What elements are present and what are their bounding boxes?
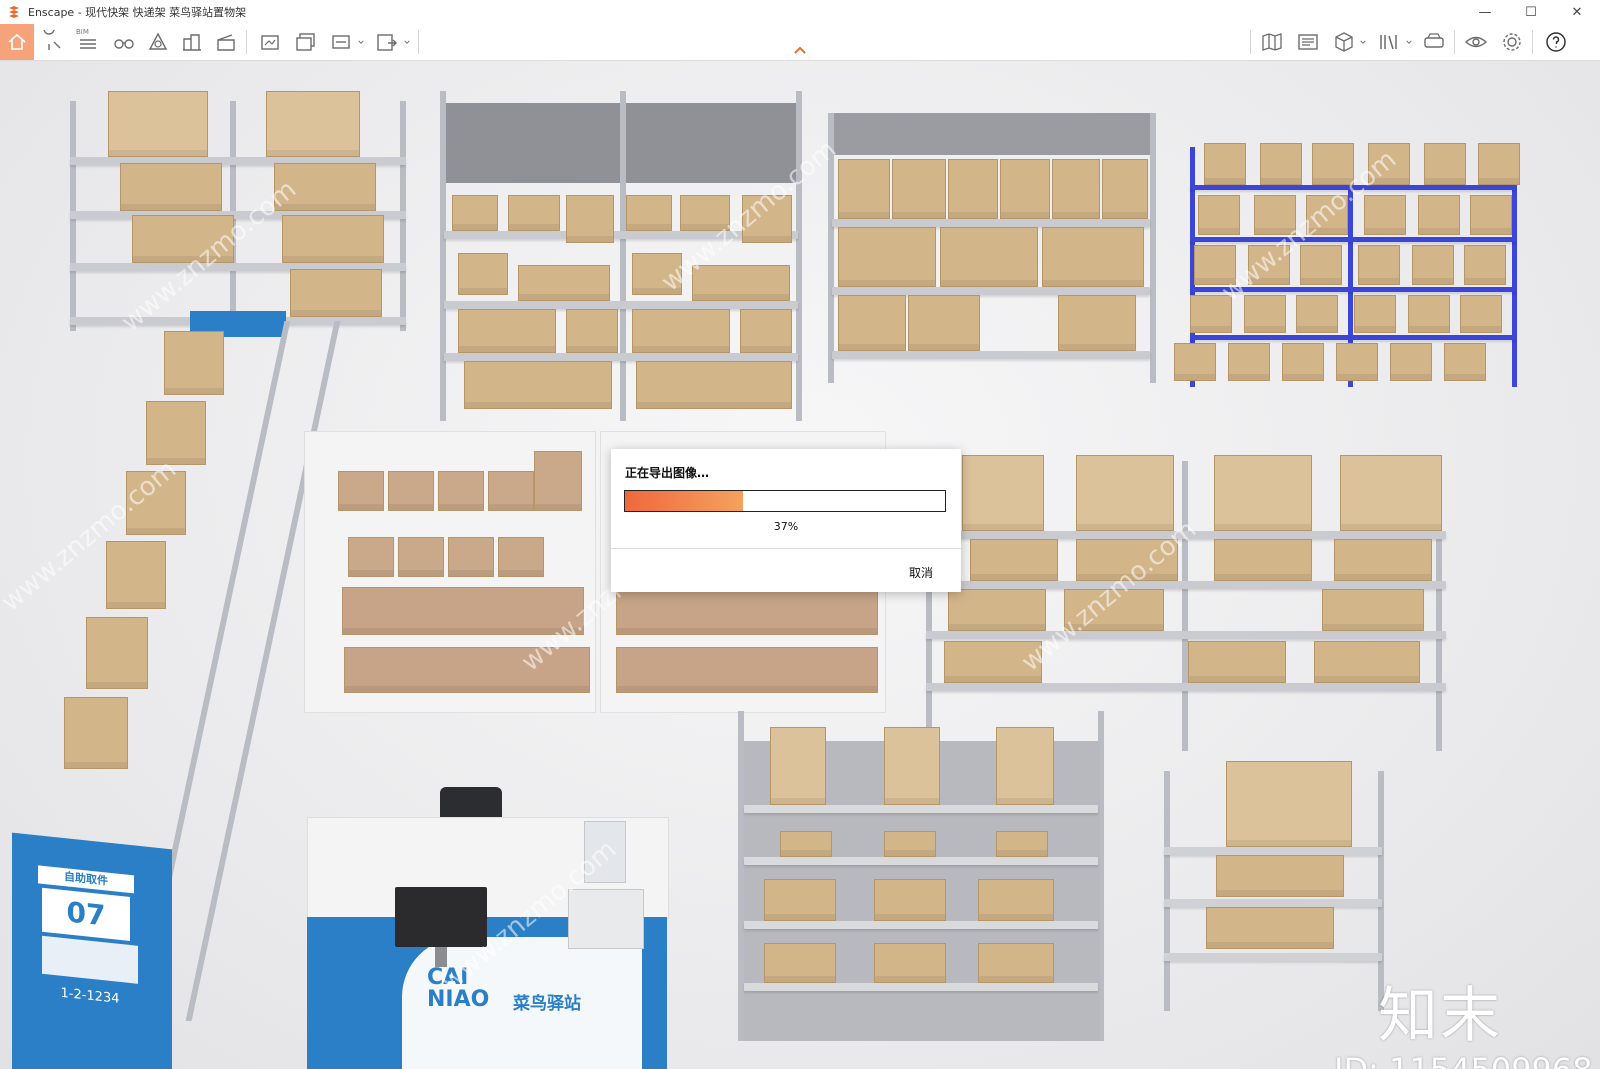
views-icon bbox=[1298, 34, 1318, 50]
monitor bbox=[395, 887, 487, 947]
export-exe-icon bbox=[377, 34, 397, 51]
binoculars-button[interactable] bbox=[108, 26, 140, 58]
chevron-down-icon bbox=[1360, 40, 1366, 44]
window-title: Enscape - 现代快架 快递架 菜鸟驿站置物架 bbox=[28, 6, 247, 19]
help-icon bbox=[1546, 32, 1566, 52]
cube-icon bbox=[1335, 32, 1353, 52]
batch-render-icon bbox=[296, 33, 315, 51]
title-bar: Enscape - 现代快架 快递架 菜鸟驿站置物架 — ☐ ✕ bbox=[0, 0, 1600, 25]
bim-label: BIM bbox=[76, 28, 89, 36]
map-icon bbox=[1262, 33, 1282, 51]
vr-headset-icon bbox=[1424, 33, 1444, 48]
bim-button[interactable]: BIM bbox=[72, 26, 104, 58]
library-icon bbox=[1380, 35, 1397, 50]
export-exe-button[interactable] bbox=[370, 26, 402, 58]
location-pin-icon bbox=[43, 30, 61, 50]
progress-fill bbox=[625, 491, 744, 511]
gear-icon bbox=[1503, 33, 1521, 51]
dialog-title: 正在导出图像… bbox=[625, 466, 710, 480]
panorama-dropdown[interactable] bbox=[354, 26, 368, 58]
map-button[interactable] bbox=[1256, 26, 1288, 58]
screenshot-button[interactable] bbox=[254, 26, 286, 58]
progress-percent: 37% bbox=[773, 520, 799, 533]
asset-library-icon bbox=[148, 32, 168, 50]
shelf-rack bbox=[436, 91, 806, 421]
chevron-down-icon bbox=[358, 40, 364, 44]
chevron-down-icon bbox=[1406, 40, 1412, 44]
cube-dropdown[interactable] bbox=[1356, 26, 1370, 58]
dialog-divider bbox=[611, 548, 961, 549]
views-button[interactable] bbox=[1292, 26, 1324, 58]
zhimo-logo: 知末 bbox=[1378, 981, 1502, 1051]
shelf-rack bbox=[738, 711, 1118, 1041]
home-icon bbox=[8, 33, 26, 50]
library-button[interactable] bbox=[1372, 26, 1404, 58]
toolbar-separator bbox=[1532, 30, 1533, 54]
export-dropdown[interactable] bbox=[400, 26, 414, 58]
close-button[interactable]: ✕ bbox=[1554, 0, 1600, 24]
clapper-button[interactable] bbox=[210, 26, 242, 58]
help-button[interactable] bbox=[1540, 26, 1572, 58]
cainiao-brand-cn: 菜鸟驿站 bbox=[513, 994, 581, 1014]
library-dropdown[interactable] bbox=[1402, 26, 1416, 58]
toolbar-separator bbox=[246, 30, 247, 54]
shelf-rack bbox=[828, 113, 1158, 383]
visual-settings-button[interactable] bbox=[1460, 26, 1492, 58]
toolbar-separator bbox=[418, 30, 419, 54]
maximize-button[interactable]: ☐ bbox=[1508, 0, 1554, 24]
zhimo-id: ID: 1154509968 bbox=[1334, 1051, 1593, 1069]
eye-icon bbox=[1464, 36, 1488, 48]
clapperboard-icon bbox=[217, 34, 235, 51]
cancel-button[interactable]: 取消 bbox=[909, 564, 933, 581]
pickup-sign: 自助取件 07 1-2-1234 bbox=[12, 832, 172, 1069]
asset-library-button[interactable] bbox=[142, 26, 174, 58]
sign-number: 07 bbox=[42, 887, 130, 941]
binoculars-icon bbox=[114, 39, 134, 49]
shelf-rack bbox=[1144, 761, 1404, 1021]
buildings-button[interactable] bbox=[176, 26, 208, 58]
home-button[interactable] bbox=[0, 24, 34, 60]
export-dialog: 正在导出图像… 37% 取消 bbox=[611, 449, 961, 592]
collapse-toolbar-icon[interactable] bbox=[792, 44, 808, 56]
buildings-icon bbox=[183, 34, 201, 51]
screenshot-icon bbox=[261, 35, 279, 50]
toolbar-separator bbox=[1250, 30, 1251, 54]
minimize-button[interactable]: — bbox=[1462, 0, 1508, 24]
chevron-down-icon bbox=[404, 40, 410, 44]
vr-headset-button[interactable] bbox=[1418, 26, 1450, 58]
enscape-logo-icon bbox=[6, 4, 22, 20]
label-printer bbox=[568, 889, 644, 949]
panorama-360-icon bbox=[332, 35, 350, 49]
location-pin-button[interactable] bbox=[36, 26, 68, 58]
batch-render-button[interactable] bbox=[290, 26, 322, 58]
settings-button[interactable] bbox=[1496, 26, 1528, 58]
sign-code: 1-2-1234 bbox=[60, 985, 120, 1007]
export-progress-bar bbox=[624, 490, 946, 512]
toolbar-separator bbox=[1454, 30, 1455, 54]
